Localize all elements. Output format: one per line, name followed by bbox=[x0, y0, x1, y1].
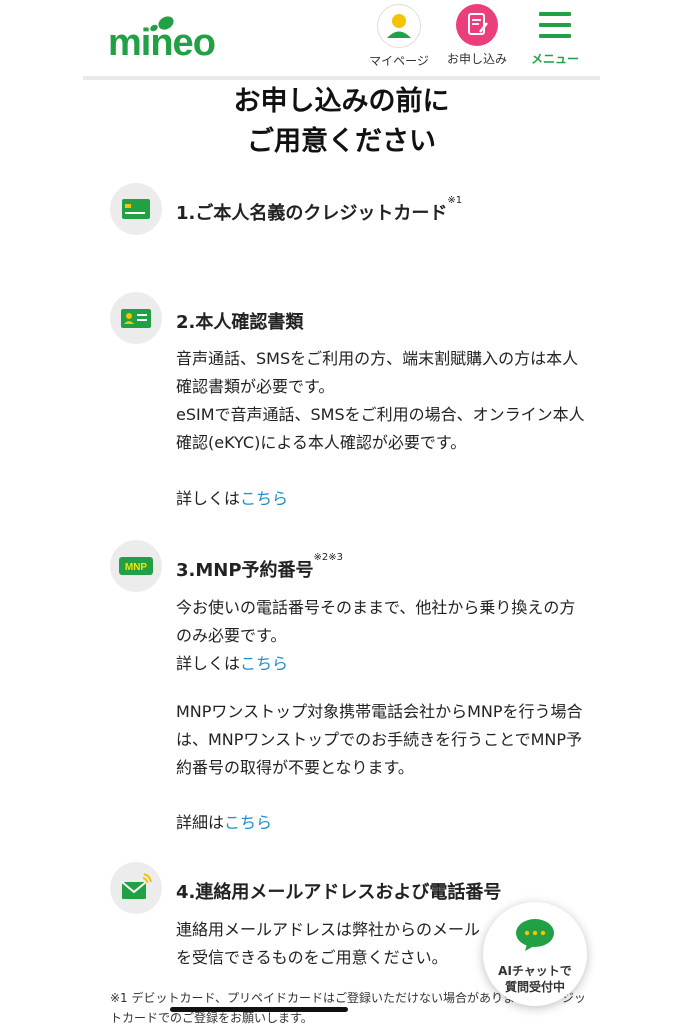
mnp-icon-text: MNP bbox=[125, 562, 148, 573]
document-pen-icon bbox=[456, 4, 498, 46]
section-3-text-1: 今お使いの電話番号そのままで、他社から乗り換えの方のみ必要です。 bbox=[176, 598, 576, 645]
section-3-text-2: MNPワンストップ対象携帯電話会社からMNPを行う場合は、MNPワンストップでの… bbox=[176, 702, 583, 777]
header: mineo マイページ お申し込み メニュー bbox=[83, 0, 600, 80]
mypage-button[interactable]: マイページ bbox=[359, 4, 439, 68]
mnp-icon: MNP bbox=[110, 540, 162, 592]
more-prefix: 詳しくは bbox=[176, 489, 241, 508]
section-1-note: ※1 bbox=[447, 195, 463, 206]
section-4-text-1: 連絡用メールアドレスは弊社からのメールを受信できるものをご用意ください。 bbox=[176, 920, 481, 967]
ai-chat-button[interactable]: AIチャットで 質問受付中 bbox=[483, 902, 587, 1006]
section-2-text-1: 音声通話、SMSをご利用の方、端末割賦購入の方は本人確認書類が必要です。 bbox=[176, 349, 579, 396]
credit-card-icon bbox=[110, 183, 162, 235]
mypage-label: マイページ bbox=[369, 54, 429, 68]
detail-prefix: 詳細は bbox=[176, 813, 225, 832]
apply-button[interactable]: お申し込み bbox=[437, 4, 517, 68]
section-3-more: 詳しくはこちら bbox=[176, 650, 586, 678]
user-icon bbox=[377, 4, 421, 48]
ai-chat-label-2: 質問受付中 bbox=[504, 980, 565, 994]
page-title-line1: お申し込みの前に bbox=[233, 86, 450, 117]
menu-button[interactable]: メニュー bbox=[515, 4, 595, 68]
section-3-detail-link[interactable]: こちら bbox=[224, 813, 272, 832]
ai-chat-label-1: AIチャットで bbox=[498, 964, 572, 978]
chat-bubble-icon bbox=[516, 919, 554, 951]
mail-phone-icon bbox=[110, 862, 162, 914]
page: mineo マイページ お申し込み メニュー お申し込みの前に ご用意ください … bbox=[83, 0, 600, 1025]
section-2-text-2: eSIMで音声通話、SMSをご利用の場合、オンライン本人確認(eKYC)による本… bbox=[176, 405, 585, 452]
section-4-title: 4.連絡用メールアドレスおよび電話番号 bbox=[176, 882, 502, 903]
apply-label: お申し込み bbox=[446, 52, 507, 66]
section-3-details-link[interactable]: こちら bbox=[240, 654, 288, 673]
mineo-logo[interactable]: mineo bbox=[108, 14, 248, 64]
hamburger-icon bbox=[534, 4, 576, 46]
section-2-more: 詳しくはこちら bbox=[176, 485, 586, 513]
section-1-title: 1.ご本人名義のクレジットカード※1 bbox=[176, 195, 462, 225]
section-1-title-text: 1.ご本人名義のクレジットカード bbox=[176, 203, 448, 224]
page-title: お申し込みの前に ご用意ください bbox=[83, 82, 600, 162]
section-3-note: ※2※3 bbox=[313, 552, 344, 563]
more-prefix: 詳しくは bbox=[176, 654, 241, 673]
section-3-title: 3.MNP予約番号※2※3 bbox=[176, 552, 343, 582]
section-2-title: 2.本人確認書類 bbox=[176, 312, 304, 333]
home-indicator bbox=[170, 1007, 348, 1012]
id-card-icon bbox=[110, 292, 162, 344]
section-3-detail: 詳細はこちら bbox=[176, 809, 586, 837]
section-2-details-link[interactable]: こちら bbox=[240, 489, 288, 508]
logo-text: mineo bbox=[108, 22, 216, 64]
page-title-line2: ご用意ください bbox=[247, 126, 436, 157]
section-3-title-text: 3.MNP予約番号 bbox=[176, 560, 314, 581]
menu-label: メニュー bbox=[530, 52, 579, 66]
